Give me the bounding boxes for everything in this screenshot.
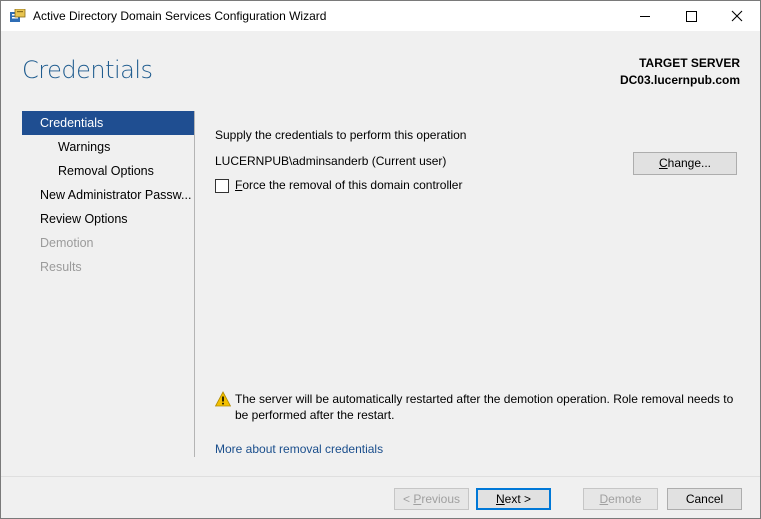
maximize-button[interactable] (668, 1, 714, 31)
page-title: Credentials (22, 56, 153, 84)
wizard-window: Active Directory Domain Services Configu… (0, 0, 761, 519)
force-label-text: orce the removal of this domain controll… (242, 178, 463, 192)
nav-item-review-options[interactable]: Review Options (22, 207, 194, 231)
previous-button[interactable]: < Previous (394, 488, 469, 510)
minimize-icon (640, 16, 650, 17)
next-mnemonic: N (495, 492, 505, 506)
wizard-nav: Credentials Warnings Removal Options New… (22, 111, 194, 279)
nav-item-demotion: Demotion (40, 236, 94, 250)
change-mnemonic: C (658, 156, 668, 170)
wizard-footer: < Previous Next > Demote Cancel (1, 476, 760, 518)
previous-label: revious (421, 492, 461, 506)
change-label: hange... (667, 156, 712, 170)
nav-item-credentials[interactable]: Credentials (22, 111, 194, 135)
title-bar[interactable]: Active Directory Domain Services Configu… (1, 1, 760, 31)
nav-divider (194, 111, 195, 457)
maximize-icon (686, 11, 697, 22)
previous-prefix: < (402, 492, 414, 506)
warning-icon (214, 391, 232, 407)
server-wizard-icon (10, 8, 26, 23)
demote-button[interactable]: Demote (583, 488, 658, 510)
demote-label: emote (608, 492, 642, 506)
force-removal-checkbox[interactable] (215, 179, 229, 193)
target-server-label: TARGET SERVER (639, 56, 740, 70)
nav-item-results: Results (40, 260, 82, 274)
window-title: Active Directory Domain Services Configu… (33, 9, 327, 23)
supply-credentials-text: Supply the credentials to perform this o… (215, 128, 467, 142)
restart-warning-text: The server will be automatically restart… (235, 392, 734, 422)
cancel-button[interactable]: Cancel (667, 488, 742, 510)
next-label: ext > (504, 492, 532, 506)
more-about-credentials-link[interactable]: More about removal credentials (215, 442, 383, 456)
change-credentials-button[interactable]: Change... (633, 152, 737, 175)
nav-item-new-admin-password[interactable]: New Administrator Passw... (22, 183, 194, 207)
close-button[interactable] (714, 1, 760, 31)
close-icon (731, 10, 743, 22)
target-server-name: DC03.lucernpub.com (619, 73, 740, 87)
nav-item-removal-options[interactable]: Removal Options (22, 159, 194, 183)
next-button[interactable]: Next > (476, 488, 551, 510)
current-user-text: LUCERNPUB\adminsanderb (Current user) (215, 154, 447, 168)
force-removal-label[interactable]: Force the removal of this domain control… (235, 178, 462, 192)
nav-item-warnings[interactable]: Warnings (22, 135, 194, 159)
minimize-button[interactable] (622, 1, 668, 31)
demote-mnemonic: D (599, 492, 609, 506)
